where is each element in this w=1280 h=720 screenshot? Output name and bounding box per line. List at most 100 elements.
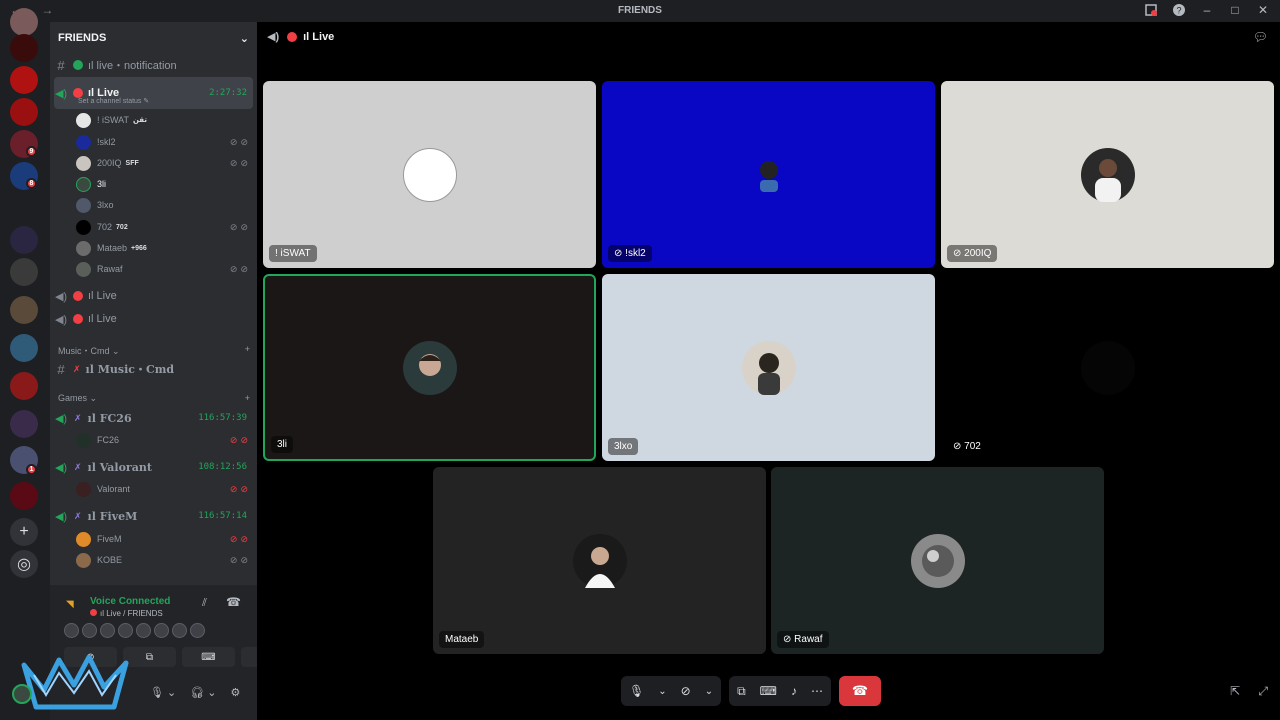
- channel-timer: 2:27:32: [209, 88, 247, 98]
- avatar: [402, 340, 457, 395]
- user-controls: 🎙︎ ⌄ 🎧︎ ⌄ ⚙: [150, 686, 240, 699]
- chevron-down-icon[interactable]: ⌄: [240, 32, 249, 45]
- channel-label: ıl FC26: [87, 411, 132, 425]
- server-icon[interactable]: [10, 226, 38, 254]
- chat-bubble-icon[interactable]: 💬︎: [1253, 30, 1268, 44]
- inbox-icon[interactable]: [1144, 3, 1158, 17]
- add-channel-icon[interactable]: +: [245, 393, 250, 404]
- participant-tile-speaking[interactable]: 3li: [263, 274, 596, 461]
- voice-channel-icon: ◀): [267, 31, 280, 43]
- game-icon: ✗: [74, 412, 82, 423]
- user-name: FC26: [97, 435, 120, 445]
- noise-suppression-icon[interactable]: ⫽: [202, 597, 207, 610]
- channel-live[interactable]: ◀) ıl Live: [54, 287, 253, 305]
- voice-status[interactable]: Voice Connected: [90, 596, 170, 607]
- avatar: [118, 623, 133, 638]
- voice-channel-path[interactable]: ıl Live / FRIENDS: [90, 609, 163, 618]
- avatar: [76, 552, 91, 568]
- microphone-icon[interactable]: 🎙︎ ⌄: [150, 686, 176, 699]
- chevron-down-icon[interactable]: ⌄: [705, 686, 713, 697]
- add-server-icon[interactable]: +: [10, 518, 38, 546]
- server-icon[interactable]: [10, 8, 38, 36]
- text-channel-icon: #: [57, 57, 65, 73]
- fullscreen-icon[interactable]: ⤢: [1258, 684, 1268, 699]
- server-icon[interactable]: [10, 372, 38, 400]
- camera-off-icon[interactable]: ⊘: [681, 684, 691, 698]
- channel-fc26[interactable]: ◀) ✗ ıl FC26 116:57:39: [54, 409, 253, 427]
- voice-user[interactable]: Valorant ⊘⊘: [76, 479, 251, 499]
- voice-user[interactable]: FiveM ⊘⊘: [76, 529, 251, 549]
- voice-user[interactable]: 200IQ SFF ⊘⊘: [76, 153, 251, 173]
- voice-user[interactable]: 3lxo: [76, 195, 251, 215]
- voice-user[interactable]: 702 702 ⊘⊘: [76, 217, 251, 237]
- user-tag: 702: [116, 223, 128, 231]
- close-icon[interactable]: ✕: [1256, 3, 1270, 17]
- voice-user[interactable]: !skl2 ⊘⊘: [76, 132, 251, 152]
- channel-notification[interactable]: # ıl live・notification: [54, 56, 253, 74]
- voice-user[interactable]: FC26 ⊘⊘: [76, 430, 251, 450]
- participant-tile[interactable]: ! iSWAT: [263, 81, 596, 268]
- avatar: [172, 623, 187, 638]
- disconnect-icon[interactable]: ☎: [226, 595, 241, 609]
- self-avatar[interactable]: [12, 684, 32, 704]
- server-header[interactable]: FRIENDS ⌄: [50, 22, 257, 54]
- activity-button[interactable]: ⌨: [182, 647, 235, 667]
- server-folder[interactable]: [10, 258, 38, 286]
- participant-tile[interactable]: ⊘ 200IQ: [941, 81, 1274, 268]
- participant-name: Mataeb: [439, 631, 485, 648]
- maximize-icon[interactable]: □: [1228, 3, 1242, 17]
- voice-user[interactable]: KOBE ⊘⊘: [76, 550, 251, 570]
- server-icon[interactable]: [10, 194, 38, 222]
- server-folder[interactable]: [10, 334, 38, 362]
- discover-compass-icon[interactable]: ◎: [10, 550, 38, 578]
- participant-tile[interactable]: ⊘ 702: [941, 274, 1274, 461]
- minimize-icon[interactable]: –: [1200, 3, 1214, 17]
- microphone-icon[interactable]: 🎙︎: [629, 684, 644, 698]
- user-name: KOBE: [97, 555, 123, 565]
- more-icon[interactable]: ⋯: [811, 684, 823, 698]
- voice-user[interactable]: ! iSWAT ﺗﻘﻦ: [76, 110, 251, 130]
- headphones-icon[interactable]: 🎧︎ ⌄: [190, 686, 216, 699]
- channel-timer: 116:57:39: [198, 413, 247, 423]
- channel-music[interactable]: # ✗ ıl Music・Cmd: [54, 360, 253, 378]
- server-icon[interactable]: [10, 482, 38, 510]
- avatar: [910, 533, 965, 588]
- participant-tile[interactable]: 3lxo: [602, 274, 935, 461]
- category-music[interactable]: Music・Cmd ⌄ +: [58, 344, 250, 357]
- screenshare-icon[interactable]: ⧉: [737, 684, 746, 699]
- soundboard-icon[interactable]: ♪: [791, 684, 797, 698]
- gear-icon[interactable]: ⚙: [231, 686, 241, 699]
- disconnect-button[interactable]: ☎: [838, 676, 881, 706]
- popout-icon[interactable]: ⇱: [1230, 684, 1240, 698]
- avatar: [1080, 147, 1135, 202]
- voice-channel-icon: ◀): [54, 511, 68, 523]
- channel-valorant[interactable]: ◀) ✗ ıl Valorant 108:12:56: [54, 458, 253, 476]
- add-channel-icon[interactable]: +: [245, 344, 250, 357]
- server-folder[interactable]: [10, 410, 38, 438]
- title-bar: ← → FRIENDS ? – □ ✕: [0, 0, 1280, 22]
- category-games[interactable]: Games ⌄ +: [58, 393, 250, 404]
- server-icon[interactable]: [10, 66, 38, 94]
- avatar: [76, 481, 91, 497]
- avatar: [76, 261, 91, 277]
- muted-deafened-icon: ⊘⊘: [229, 263, 251, 274]
- voice-user[interactable]: 3li: [76, 174, 251, 194]
- chevron-down-icon[interactable]: ⌄: [658, 686, 666, 697]
- server-folder[interactable]: [10, 296, 38, 324]
- participant-tile[interactable]: ⊘ Rawaf: [771, 467, 1104, 654]
- participant-tile[interactable]: ⊘ !skl2: [602, 81, 935, 268]
- server-icon[interactable]: [10, 98, 38, 126]
- muted-deafened-icon: ⊘⊘: [229, 157, 251, 168]
- channel-live[interactable]: ◀) ıl Live: [54, 310, 253, 328]
- voice-user[interactable]: Mataeb +966: [76, 238, 251, 258]
- channel-fivem[interactable]: ◀) ✗ ıl FiveM 116:57:14: [54, 507, 253, 525]
- signal-icon[interactable]: ◥: [66, 599, 74, 610]
- participant-tile[interactable]: Mataeb: [433, 467, 766, 654]
- activity-icon[interactable]: ⌨: [760, 684, 777, 698]
- help-icon[interactable]: ?: [1172, 3, 1186, 17]
- category-label: Games: [58, 393, 88, 403]
- avatar: [76, 134, 91, 150]
- voice-user[interactable]: Rawaf ⊘⊘: [76, 259, 251, 279]
- server-icon[interactable]: [10, 34, 38, 62]
- channel-status-prompt[interactable]: Set a channel status ✎: [78, 97, 149, 105]
